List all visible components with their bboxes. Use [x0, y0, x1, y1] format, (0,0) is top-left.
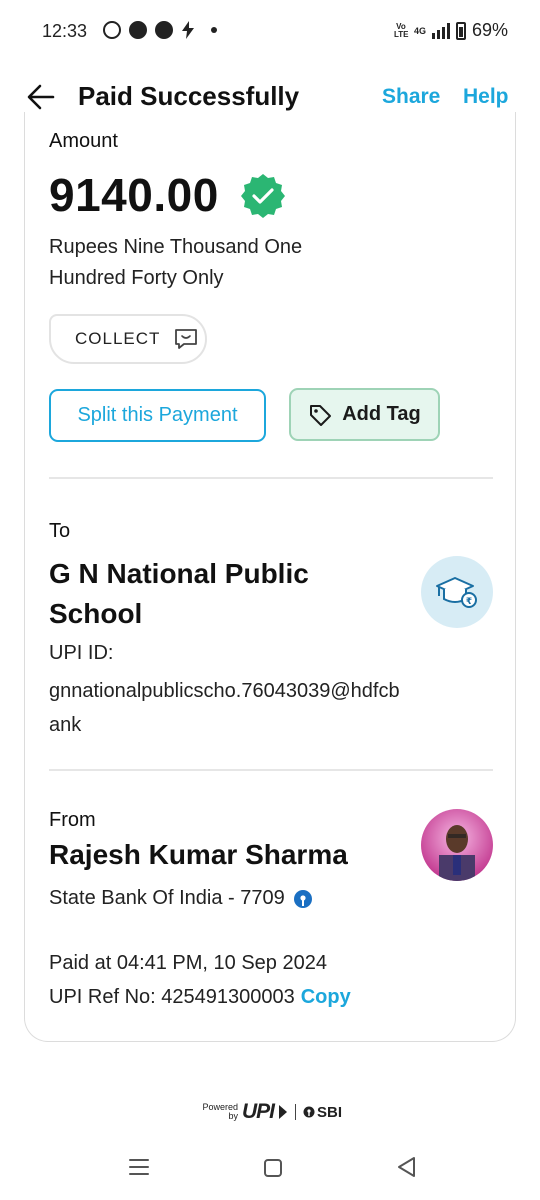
- bank-account-label: State Bank Of India - 7709: [49, 887, 285, 909]
- share-button[interactable]: Share: [382, 85, 440, 109]
- signal-icon: [431, 22, 450, 39]
- amount-in-words: Rupees Nine Thousand One Hundred Forty O…: [49, 236, 303, 289]
- amount-label: Amount: [49, 130, 118, 152]
- upi-ref-line: UPI Ref No: 425491300003 Copy: [49, 986, 351, 1009]
- payer-name: Rajesh Kumar Sharma: [49, 839, 348, 870]
- bolt-icon: [182, 21, 194, 39]
- nav-back-icon[interactable]: [396, 1156, 416, 1178]
- battery-percent: 69%: [471, 20, 508, 40]
- payer-avatar: [421, 809, 493, 881]
- recent-apps-icon[interactable]: [129, 1158, 149, 1176]
- system-nav-bar: [0, 1140, 540, 1200]
- whatsapp-icon: [103, 21, 121, 39]
- tag-icon: [310, 404, 332, 426]
- app-notification-icon: [129, 21, 147, 39]
- page-title: Paid Successfully: [78, 81, 300, 111]
- collect-label: COLLECT: [75, 329, 161, 348]
- payer-bank: State Bank Of India - 7709: [49, 887, 313, 910]
- powered-by-footer: Powered by UPI SBI: [200, 1100, 350, 1124]
- from-label: From: [49, 809, 96, 831]
- verified-check-icon: [241, 174, 285, 218]
- payee-upi-id: gnnationalpublicscho.76043039@hdfcbank: [49, 680, 400, 736]
- to-label: To: [49, 520, 71, 542]
- copy-ref-button[interactable]: Copy: [301, 986, 351, 1008]
- status-bar: 12:33 Vo LTE 4G 69%: [0, 0, 540, 62]
- app-notification-icon-2: [155, 21, 173, 39]
- back-arrow-icon[interactable]: [26, 82, 56, 112]
- message-icon: [175, 329, 198, 349]
- network-type: 4G: [413, 25, 426, 36]
- profile-photo: [421, 809, 493, 881]
- payment-details-card: Amount 9140.00 Rupees Nine Thousand One …: [24, 112, 516, 1042]
- divider: [49, 477, 493, 479]
- powered-by-label: Powered by: [202, 1102, 238, 1121]
- split-payment-button[interactable]: Split this Payment: [49, 389, 266, 442]
- add-tag-button[interactable]: Add Tag: [289, 388, 440, 441]
- add-tag-label: Add Tag: [342, 403, 421, 425]
- payee-avatar: ₹: [421, 556, 493, 628]
- svg-text:₹: ₹: [466, 597, 472, 607]
- payee-name: G N National Public School: [49, 558, 309, 629]
- status-time: 12:33: [42, 21, 88, 41]
- divider-2: [49, 769, 493, 771]
- sbi-footer-text: SBI: [317, 1103, 343, 1121]
- upi-ref-number: UPI Ref No: 425491300003: [49, 986, 295, 1008]
- battery-icon: [455, 21, 466, 40]
- upi-id-label: UPI ID:: [49, 642, 114, 664]
- sbi-logo-icon: [293, 889, 312, 908]
- sbi-footer-icon: [303, 1106, 315, 1118]
- paid-at-timestamp: Paid at 04:41 PM, 10 Sep 2024: [49, 952, 327, 974]
- footer-separator: [295, 1104, 297, 1120]
- more-notifications-dot: [211, 27, 217, 33]
- home-icon[interactable]: [264, 1159, 282, 1177]
- sbi-footer-logo: SBI: [303, 1104, 342, 1121]
- volte-icon: Vo LTE: [393, 21, 409, 39]
- notification-icons: [103, 21, 217, 39]
- upi-logo: UPI: [242, 1100, 275, 1123]
- collect-chip: COLLECT: [49, 314, 207, 364]
- graduation-cap-icon: ₹: [436, 577, 477, 608]
- amount-value: 9140.00: [49, 169, 219, 221]
- status-right: Vo LTE 4G 69%: [394, 20, 508, 41]
- help-button[interactable]: Help: [463, 85, 509, 109]
- upi-arrow-icon: [279, 1105, 288, 1119]
